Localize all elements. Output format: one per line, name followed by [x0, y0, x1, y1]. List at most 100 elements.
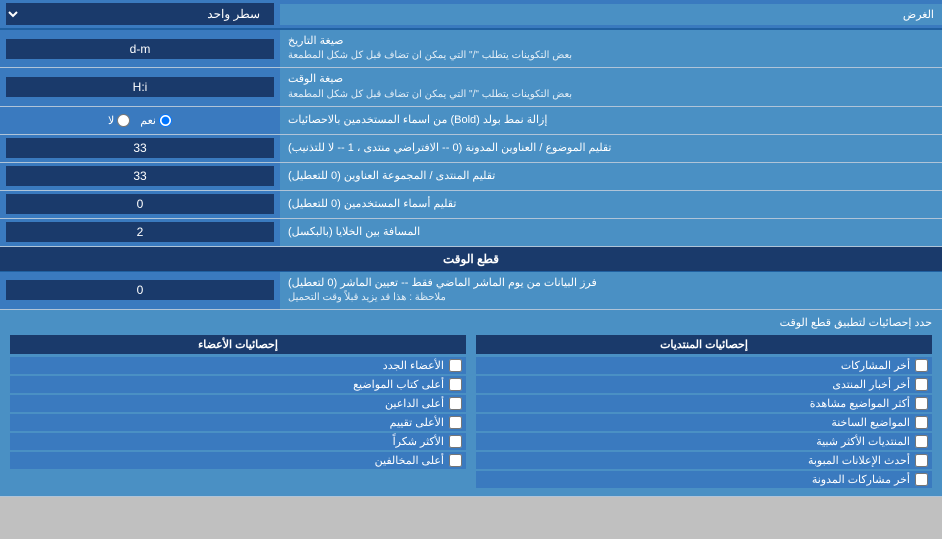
bold-remove-text: إزالة نمط بولد (Bold) من اسماء المستخدمي… — [288, 113, 547, 128]
main-container: الغرض سطر واحد متعدد الأسطر صيغة التاريخ… — [0, 0, 942, 497]
time-format-row: صيغة الوقت بعض التكوينات يتطلب "/" التي … — [0, 68, 942, 106]
time-cut-value-label: فرز البيانات من يوم الماشر الماضي فقط --… — [280, 272, 942, 309]
time-cut-value-sub: ملاحظة : هذا قد يزيد قبلاً وقت التحميل — [288, 291, 446, 305]
forum-order-row: تقليم المنتدى / المجموعة العناوين (0 للت… — [0, 163, 942, 191]
stats-limit-text: حدد إحصائيات لتطبيق قطع الوقت — [780, 317, 932, 329]
stats-posts-checkbox-4[interactable] — [915, 435, 928, 448]
cell-spacing-text: المسافة بين الخلايا (بالبكسل) — [288, 225, 420, 240]
stats-members-column: إحصائيات الأعضاء الأعضاء الجدد أعلى كتاب… — [10, 335, 466, 490]
stats-members-label-5: أعلى المخالفين — [375, 454, 444, 467]
date-format-sub: بعض التكوينات يتطلب "/" التي يمكن ان تضا… — [288, 49, 572, 63]
stats-members-item-3: الأعلى تقييم — [10, 414, 466, 431]
stats-members-label-1: أعلى كتاب المواضيع — [353, 378, 444, 391]
date-format-title: صيغة التاريخ — [288, 34, 343, 49]
stats-members-checkbox-0[interactable] — [449, 359, 462, 372]
stats-posts-label-3: المواضيع الساخنة — [831, 416, 910, 429]
stats-members-checkbox-1[interactable] — [449, 378, 462, 391]
stats-members-item-1: أعلى كتاب المواضيع — [10, 376, 466, 393]
time-cut-value-text: فرز البيانات من يوم الماشر الماضي فقط --… — [288, 276, 597, 291]
radio-yes[interactable] — [159, 114, 172, 127]
stats-posts-label-1: أخر أخبار المنتدى — [832, 378, 910, 391]
header-label: الغرض — [280, 4, 942, 25]
stats-posts-checkbox-3[interactable] — [915, 416, 928, 429]
stats-posts-label-0: أخر المشاركات — [841, 359, 910, 372]
stats-members-item-0: الأعضاء الجدد — [10, 357, 466, 374]
topic-order-input[interactable] — [6, 138, 274, 158]
stats-posts-label-4: المنتديات الأكثر شبية — [816, 435, 910, 448]
time-cut-title: قطع الوقت — [443, 252, 499, 266]
topic-order-row: تقليم الموضوع / العناوين المدونة (0 -- ا… — [0, 135, 942, 163]
time-cut-section-header: قطع الوقت — [0, 247, 942, 272]
user-names-input[interactable] — [6, 194, 274, 214]
stats-posts-checkbox-0[interactable] — [915, 359, 928, 372]
page-title: الغرض — [903, 9, 934, 21]
stats-posts-item-3: المواضيع الساخنة — [476, 414, 932, 431]
forum-order-input[interactable] — [6, 166, 274, 186]
stats-members-label-3: الأعلى تقييم — [390, 416, 444, 429]
stats-posts-item-1: أخر أخبار المنتدى — [476, 376, 932, 393]
forum-order-input-wrap — [0, 163, 280, 190]
topic-order-label: تقليم الموضوع / العناوين المدونة (0 -- ا… — [280, 135, 942, 162]
stats-posts-checkbox-5[interactable] — [915, 454, 928, 467]
date-format-row: صيغة التاريخ بعض التكوينات يتطلب "/" الت… — [0, 30, 942, 68]
stats-posts-column: إحصائيات المنتديات أخر المشاركات أخر أخب… — [476, 335, 932, 490]
line-select[interactable]: سطر واحد متعدد الأسطر — [6, 3, 274, 25]
time-format-input-wrap — [0, 68, 280, 105]
time-cut-value-input[interactable] — [6, 280, 274, 300]
stats-limit-label: حدد إحصائيات لتطبيق قطع الوقت — [10, 316, 932, 329]
radio-no[interactable] — [117, 114, 130, 127]
stats-posts-checkbox-6[interactable] — [915, 473, 928, 486]
time-format-label: صيغة الوقت بعض التكوينات يتطلب "/" التي … — [280, 68, 942, 105]
stats-members-label-0: الأعضاء الجدد — [383, 359, 444, 372]
stats-posts-label-2: أكثر المواضيع مشاهدة — [810, 397, 910, 410]
header-row: الغرض سطر واحد متعدد الأسطر — [0, 0, 942, 30]
stats-posts-item-2: أكثر المواضيع مشاهدة — [476, 395, 932, 412]
cell-spacing-input[interactable] — [6, 222, 274, 242]
stats-members-checkbox-2[interactable] — [449, 397, 462, 410]
stats-posts-title-text: إحصائيات المنتديات — [660, 339, 748, 351]
radio-yes-label: نعم — [140, 114, 172, 127]
stats-grid: إحصائيات المنتديات أخر المشاركات أخر أخب… — [10, 335, 932, 490]
stats-members-checkbox-5[interactable] — [449, 454, 462, 467]
date-format-label: صيغة التاريخ بعض التكوينات يتطلب "/" الت… — [280, 30, 942, 67]
radio-no-text: لا — [108, 114, 114, 127]
topic-order-text: تقليم الموضوع / العناوين المدونة (0 -- ا… — [288, 141, 611, 156]
stats-members-checkbox-3[interactable] — [449, 416, 462, 429]
forum-order-label: تقليم المنتدى / المجموعة العناوين (0 للت… — [280, 163, 942, 190]
stats-posts-checkbox-2[interactable] — [915, 397, 928, 410]
radio-no-label: لا — [108, 114, 130, 127]
stats-members-checkbox-4[interactable] — [449, 435, 462, 448]
stats-posts-label-5: أحدث الإعلانات المبوبة — [808, 454, 910, 467]
stats-members-title-text: إحصائيات الأعضاء — [198, 339, 278, 351]
cell-spacing-label: المسافة بين الخلايا (بالبكسل) — [280, 219, 942, 246]
date-format-input-wrap — [0, 30, 280, 67]
time-format-input[interactable] — [6, 77, 274, 97]
user-names-label: تقليم أسماء المستخدمين (0 للتعطيل) — [280, 191, 942, 218]
stats-members-label-4: الأكثر شكراً — [393, 435, 444, 448]
stats-posts-item-0: أخر المشاركات — [476, 357, 932, 374]
bold-remove-label: إزالة نمط بولد (Bold) من اسماء المستخدمي… — [280, 107, 942, 134]
cell-spacing-input-wrap — [0, 219, 280, 246]
topic-order-input-wrap — [0, 135, 280, 162]
stats-section: حدد إحصائيات لتطبيق قطع الوقت إحصائيات ا… — [0, 310, 942, 497]
header-dropdown: سطر واحد متعدد الأسطر — [0, 0, 280, 28]
user-names-text: تقليم أسماء المستخدمين (0 للتعطيل) — [288, 197, 456, 212]
bold-remove-input: نعم لا — [0, 107, 280, 134]
stats-members-label-2: أعلى الداعين — [385, 397, 444, 410]
stats-posts-item-6: أخر مشاركات المدونة — [476, 471, 932, 488]
date-format-input[interactable] — [6, 39, 274, 59]
cell-spacing-row: المسافة بين الخلايا (بالبكسل) — [0, 219, 942, 247]
time-cut-value-row: فرز البيانات من يوم الماشر الماضي فقط --… — [0, 272, 942, 310]
bold-remove-row: إزالة نمط بولد (Bold) من اسماء المستخدمي… — [0, 107, 942, 135]
stats-posts-checkbox-1[interactable] — [915, 378, 928, 391]
radio-yes-text: نعم — [140, 114, 156, 127]
stats-members-item-4: الأكثر شكراً — [10, 433, 466, 450]
time-cut-value-input-wrap — [0, 272, 280, 309]
stats-members-title: إحصائيات الأعضاء — [10, 335, 466, 354]
stats-posts-item-4: المنتديات الأكثر شبية — [476, 433, 932, 450]
forum-order-text: تقليم المنتدى / المجموعة العناوين (0 للت… — [288, 169, 495, 184]
stats-members-item-5: أعلى المخالفين — [10, 452, 466, 469]
time-format-sub: بعض التكوينات يتطلب "/" التي يمكن ان تضا… — [288, 88, 572, 102]
stats-posts-item-5: أحدث الإعلانات المبوبة — [476, 452, 932, 469]
user-names-row: تقليم أسماء المستخدمين (0 للتعطيل) — [0, 191, 942, 219]
